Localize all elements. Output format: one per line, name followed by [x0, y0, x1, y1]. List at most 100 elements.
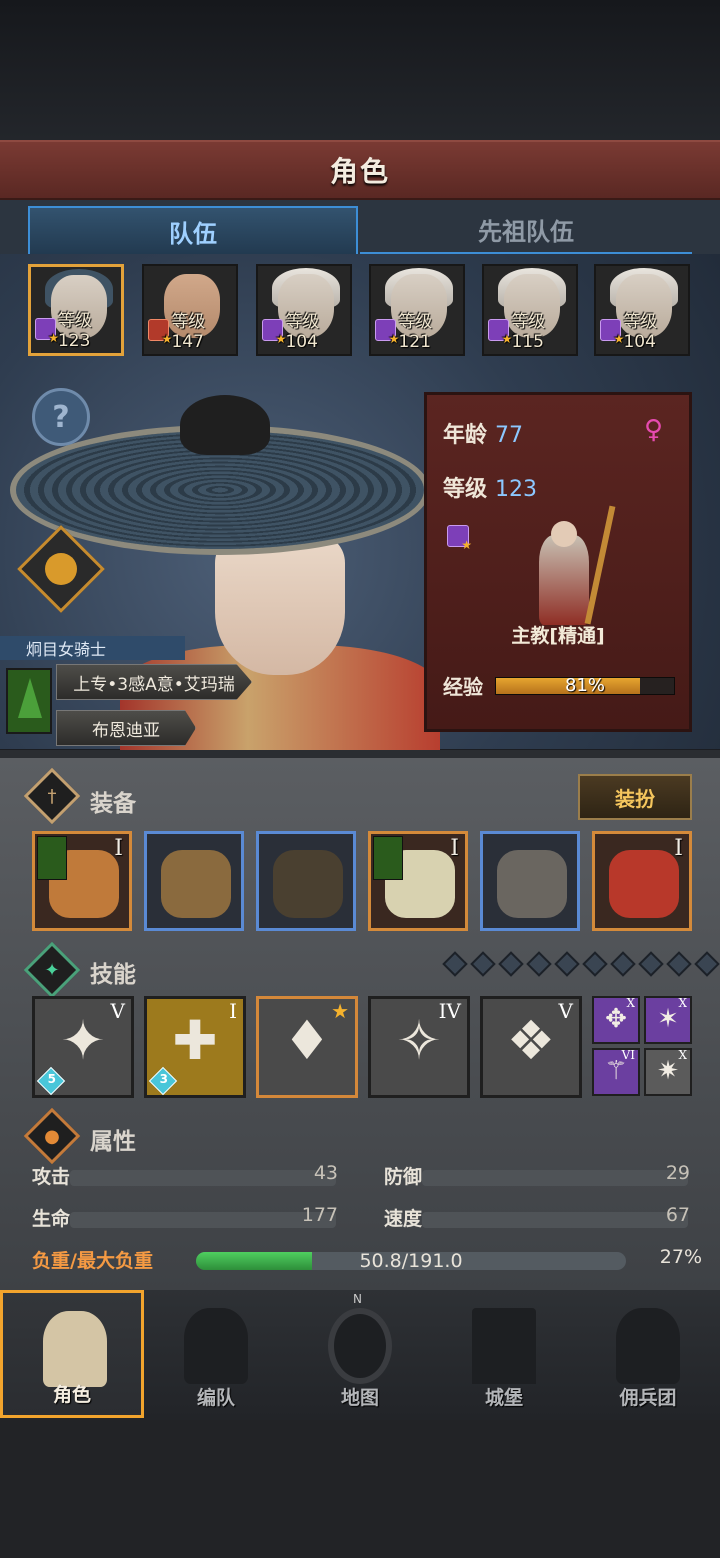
stat-label: 攻击: [32, 1166, 71, 1188]
equipment-title: 装备: [90, 791, 136, 817]
attributes-title: 属性: [90, 1129, 136, 1155]
stat-value: 43: [313, 1162, 338, 1184]
skill-slot-5[interactable]: ❖ V: [480, 996, 582, 1098]
stat-value: 29: [665, 1162, 690, 1184]
skill-gem-count: 5: [47, 1072, 57, 1087]
member-level: 等级104: [623, 312, 658, 352]
member-level: 等级123: [57, 311, 92, 351]
tome-icon: [161, 850, 231, 918]
nav-castle[interactable]: 城堡: [432, 1290, 576, 1418]
skill-rank: VI: [621, 1048, 635, 1062]
member-level: 等级121: [398, 312, 433, 352]
staff-icon: [600, 318, 625, 346]
tree-banner-icon: [373, 836, 403, 880]
item-rank: I: [674, 836, 683, 861]
bat-charm-icon: [609, 850, 679, 918]
compass-icon: [328, 1308, 392, 1384]
hero-title: 炯目女骑士: [0, 636, 185, 660]
party-member-6[interactable]: 等级104: [594, 264, 690, 356]
stat-defense: 防御 29: [384, 1162, 690, 1192]
passive-skill-1[interactable]: ✥ X: [592, 996, 640, 1044]
equipment-slot-hood[interactable]: [256, 831, 356, 931]
item-rank: I: [114, 836, 123, 861]
nav-label: 角色: [52, 1384, 91, 1406]
hero-origin: 布恩迪亚: [56, 710, 196, 746]
passive-skill-3[interactable]: ⚚ VI: [592, 1048, 640, 1096]
stat-life: 生命 177: [32, 1204, 338, 1234]
bottom-nav: 角色 编队 地图 城堡 佣兵团: [0, 1290, 720, 1420]
diamond-icon: [498, 951, 524, 977]
exp-percent: 81%: [564, 675, 605, 696]
castle-icon: [472, 1308, 536, 1384]
passive-skill-4[interactable]: ✷ X: [644, 1048, 692, 1096]
nav-label: 城堡: [484, 1387, 523, 1409]
equipment-slot-robe[interactable]: I: [368, 831, 468, 931]
member-level: 等级104: [285, 312, 320, 352]
staff-icon: [262, 318, 287, 346]
diamond-icon: [554, 951, 580, 977]
diamond-icon: [610, 951, 636, 977]
top-band: [0, 0, 720, 140]
boots-icon: [497, 850, 567, 918]
skill-slot-4[interactable]: ✧ IV: [368, 996, 470, 1098]
skill-slot-2[interactable]: ✚ I 3: [144, 996, 246, 1098]
carry-weight: 负重/最大负重 50.8/191.0 27%: [32, 1246, 702, 1276]
tab-party[interactable]: 队伍: [28, 206, 358, 254]
info-panel: 年龄 77 ♀ 等级 123 主教[精通] 经验 81%: [424, 392, 692, 732]
level-label: 等级: [443, 477, 488, 502]
equipment-slot-tome[interactable]: [144, 831, 244, 931]
equipment-slot-amulet[interactable]: I: [32, 831, 132, 931]
nav-map[interactable]: 地图: [288, 1290, 432, 1418]
bottom-band: [0, 1420, 720, 1558]
stat-label: 防御: [384, 1166, 423, 1188]
tab-bar: 队伍 先祖队伍: [0, 200, 720, 254]
dress-up-button[interactable]: 装扮: [578, 774, 692, 820]
fire-icon: [148, 318, 173, 346]
party-member-2[interactable]: 等级147: [142, 264, 238, 356]
diamond-icon: [694, 951, 720, 977]
stat-label: 速度: [384, 1208, 423, 1230]
tab-ancestor-party[interactable]: 先祖队伍: [360, 206, 692, 254]
staff-icon: [35, 317, 59, 345]
age-label: 年龄: [443, 423, 488, 448]
passive-skill-2[interactable]: ✶ X: [644, 996, 692, 1044]
class-figure: [519, 505, 616, 625]
staff-icon: [584, 505, 616, 625]
skill-rank: ★: [331, 999, 349, 1023]
skill-rank: V: [110, 999, 125, 1023]
nav-character[interactable]: 角色: [0, 1290, 144, 1418]
skill-slot-3[interactable]: ♦ ★: [256, 996, 358, 1098]
diamond-icon: [582, 951, 608, 977]
party-member-3[interactable]: 等级104: [256, 264, 352, 356]
nav-mercenary[interactable]: 佣兵团: [576, 1290, 720, 1418]
level-value: 123: [495, 477, 538, 502]
nav-label: 编队: [196, 1387, 235, 1409]
diamond-icon: [442, 951, 468, 977]
nav-label: 佣兵团: [619, 1387, 677, 1409]
compass-north-letter: N: [353, 1292, 362, 1306]
help-icon[interactable]: ?: [32, 388, 90, 446]
age-value: 77: [495, 423, 524, 448]
skill-rank: IV: [438, 999, 461, 1023]
page-title: 角色: [329, 155, 390, 188]
skill-gem-count: 3: [159, 1072, 169, 1087]
party-portraits: 等级123 等级147 等级104 等级121 等级115 等级104: [28, 264, 692, 356]
skill-slot-1[interactable]: ✦ V 5: [32, 996, 134, 1098]
equipment-slot-bat-charm[interactable]: I: [592, 831, 692, 931]
skills-title: 技能: [90, 962, 136, 988]
party-member-1[interactable]: 等级123: [28, 264, 124, 356]
item-rank: I: [450, 836, 459, 861]
staff-icon: [447, 525, 472, 552]
hero-hat-top: [180, 395, 270, 455]
party-member-4[interactable]: 等级121: [369, 264, 465, 356]
nav-formation[interactable]: 编队: [144, 1290, 288, 1418]
party-member-5[interactable]: 等级115: [482, 264, 578, 356]
diamond-icon: [638, 951, 664, 977]
helmet-icon: [184, 1308, 248, 1384]
hero-name: 上专•3感A意•艾玛瑞: [56, 664, 252, 700]
diamond-icon: [470, 951, 496, 977]
skill-rank: X: [678, 996, 687, 1010]
member-level: 等级147: [171, 312, 206, 352]
equipment-slot-boots[interactable]: [480, 831, 580, 931]
stat-value: 67: [665, 1204, 690, 1226]
